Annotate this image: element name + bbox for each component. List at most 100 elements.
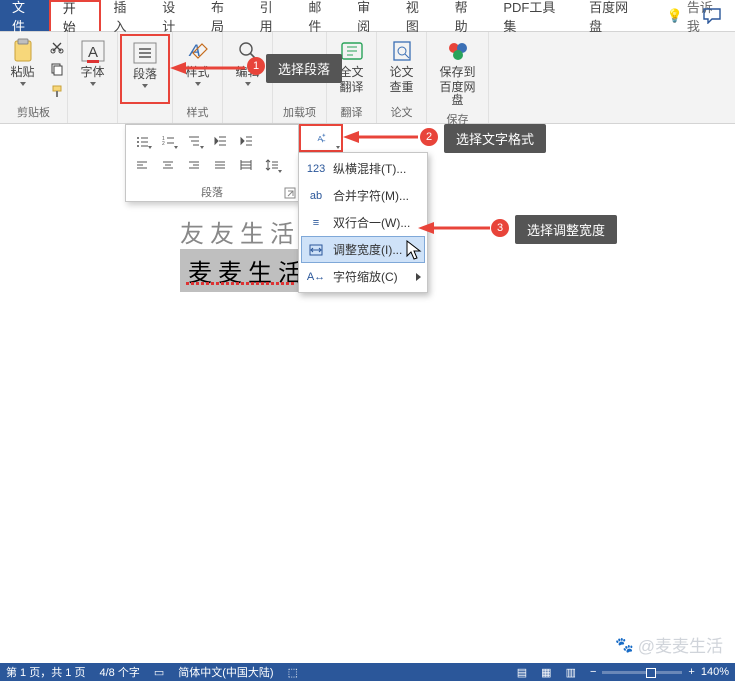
font-button[interactable]: A 字体 (72, 36, 114, 88)
chevron-down-icon (195, 82, 201, 86)
zoom-value[interactable]: 140% (701, 666, 729, 678)
mi-vert-horiz[interactable]: 123 纵横混排(T)... (301, 155, 425, 182)
mi-label: 双行合一(W)... (333, 214, 410, 231)
char-scale-icon: A↔ (307, 271, 325, 283)
watermark: 🐾 @麦麦生活 (615, 632, 723, 657)
cut-button[interactable] (48, 38, 66, 56)
thesis-button[interactable]: 论文 查重 (381, 36, 423, 96)
callout-3: 选择调整宽度 (515, 215, 617, 244)
tab-view[interactable]: 视图 (394, 0, 443, 31)
mi-twolines[interactable]: ≡ 双行合一(W)... (301, 209, 425, 236)
zoom-control[interactable]: − + 140% (590, 666, 729, 678)
chevron-down-icon (90, 82, 96, 86)
baidusave-l2: 百度网盘 (437, 81, 478, 107)
tab-mailings[interactable]: 邮件 (296, 0, 345, 31)
group-baidusave: 保存到 百度网盘 保存 (427, 32, 489, 123)
fulltrans-l1: 全文 (339, 66, 363, 79)
badge-2: 2 (420, 128, 438, 146)
mi-label: 纵横混排(T)... (333, 160, 406, 177)
font-label: 字体 (80, 66, 104, 79)
mi-char-scale[interactable]: A↔字符缩放(C) (301, 263, 425, 290)
zoom-out-icon[interactable]: − (590, 666, 596, 678)
tab-pdf[interactable]: PDF工具集 (491, 0, 577, 31)
doc-line1: 友友生活 (180, 214, 300, 249)
align-right-button[interactable] (182, 155, 206, 175)
mi-combine[interactable]: ab 合并字符(M)... (301, 182, 425, 209)
group-paragraph: 段落 (118, 32, 173, 123)
tab-strip: 文件 开始 插入 设计 布局 引用 邮件 审阅 视图 帮助 PDF工具集 百度网… (0, 0, 735, 32)
fulltrans-group-label: 翻译 (341, 102, 363, 123)
paragraph-flyout: 12 段落 (125, 124, 299, 202)
thesis-group-label: 论文 (391, 102, 413, 123)
status-track-icon[interactable]: ⬚ (288, 666, 298, 679)
status-words: 4/8 个字 (99, 664, 139, 680)
mi-label: 调整宽度(I)... (333, 241, 402, 258)
mi-label: 合并字符(M)... (333, 187, 409, 204)
align-justify-button[interactable] (208, 155, 232, 175)
copy-button[interactable] (48, 60, 66, 78)
tab-design[interactable]: 设计 (150, 0, 199, 31)
bullets-button[interactable] (130, 131, 154, 151)
chevron-down-icon (142, 84, 148, 88)
paw-icon: 🐾 (615, 636, 634, 654)
combine-icon: ab (307, 190, 325, 202)
status-lang[interactable]: 简体中文(中国大陆) (178, 664, 273, 680)
zoom-in-icon[interactable]: + (688, 666, 694, 678)
group-clipboard: 粘贴 剪贴板 (0, 32, 68, 123)
baidusave-button[interactable]: 保存到 百度网盘 (433, 36, 482, 109)
tab-layout[interactable]: 布局 (199, 0, 248, 31)
multilevel-button[interactable] (182, 131, 206, 151)
chevron-down-icon (20, 82, 26, 86)
tab-help[interactable]: 帮助 (443, 0, 492, 31)
status-bar: 第 1 页，共 1 页 4/8 个字 ▭ 简体中文(中国大陆) ⬚ ▤ ▦ ▥ … (0, 663, 735, 681)
clipboard-group-label: 剪贴板 (17, 102, 50, 123)
tab-references[interactable]: 引用 (248, 0, 297, 31)
comment-icon[interactable] (703, 8, 721, 27)
view-read-icon[interactable]: ▤ (517, 666, 527, 679)
tab-baidu[interactable]: 百度网盘 (577, 0, 650, 31)
status-layout-icon[interactable]: ▭ (154, 666, 164, 679)
callout-2: 选择文字格式 (444, 124, 546, 153)
baidusave-l1: 保存到 (439, 66, 475, 79)
tab-insert[interactable]: 插入 (101, 0, 150, 31)
tab-home[interactable]: 开始 (49, 0, 102, 31)
format-painter-button[interactable] (48, 82, 66, 100)
group-font: A 字体 (68, 32, 118, 123)
thesis-l1: 论文 (389, 66, 413, 79)
svg-text:A: A (87, 44, 97, 61)
tab-review[interactable]: 审阅 (345, 0, 394, 31)
watermark-text: @麦麦生活 (638, 632, 723, 657)
line-spacing-button[interactable] (260, 155, 284, 175)
ribbon: 粘贴 剪贴板 A 字体 段落 (0, 32, 735, 124)
twolines-icon: ≡ (307, 217, 325, 229)
align-left-button[interactable] (130, 155, 154, 175)
indent-dec-button[interactable] (208, 131, 232, 151)
align-center-button[interactable] (156, 155, 180, 175)
zoom-slider[interactable] (602, 671, 682, 674)
tab-file[interactable]: 文件 (0, 0, 49, 31)
paste-button[interactable]: 粘贴 (2, 36, 44, 88)
styles-group-label: 样式 (187, 102, 209, 123)
dialog-launcher-icon[interactable] (284, 187, 296, 199)
text-direction-menu: 123 纵横混排(T)... ab 合并字符(M)... ≡ 双行合一(W)... 调… (298, 152, 428, 293)
bulb-icon: 💡 (667, 8, 683, 24)
vert-horiz-icon: 123 (307, 163, 325, 175)
paragraph-label: 段落 (133, 68, 157, 81)
view-web-icon[interactable]: ▥ (566, 666, 576, 679)
paste-label: 粘贴 (10, 66, 34, 79)
doc-selected-text: 麦麦生活 (180, 249, 316, 292)
paragraph-panel-label: 段落 (126, 181, 298, 203)
font-group-label (91, 106, 94, 123)
tab-tellme[interactable]: 💡 告诉我 (655, 0, 735, 31)
chevron-down-icon (245, 82, 251, 86)
submenu-arrow-icon (416, 273, 421, 281)
align-dist-button[interactable] (234, 155, 258, 175)
fit-width-icon (307, 244, 325, 256)
text-direction-button[interactable]: A (299, 124, 343, 152)
fulltrans-l2: 翻译 (339, 81, 363, 94)
badge-1: 1 (247, 57, 265, 75)
view-print-icon[interactable]: ▦ (541, 666, 551, 679)
paragraph-button[interactable]: 段落 (124, 38, 166, 90)
numbering-button[interactable]: 12 (156, 131, 180, 151)
indent-inc-button[interactable] (234, 131, 258, 151)
